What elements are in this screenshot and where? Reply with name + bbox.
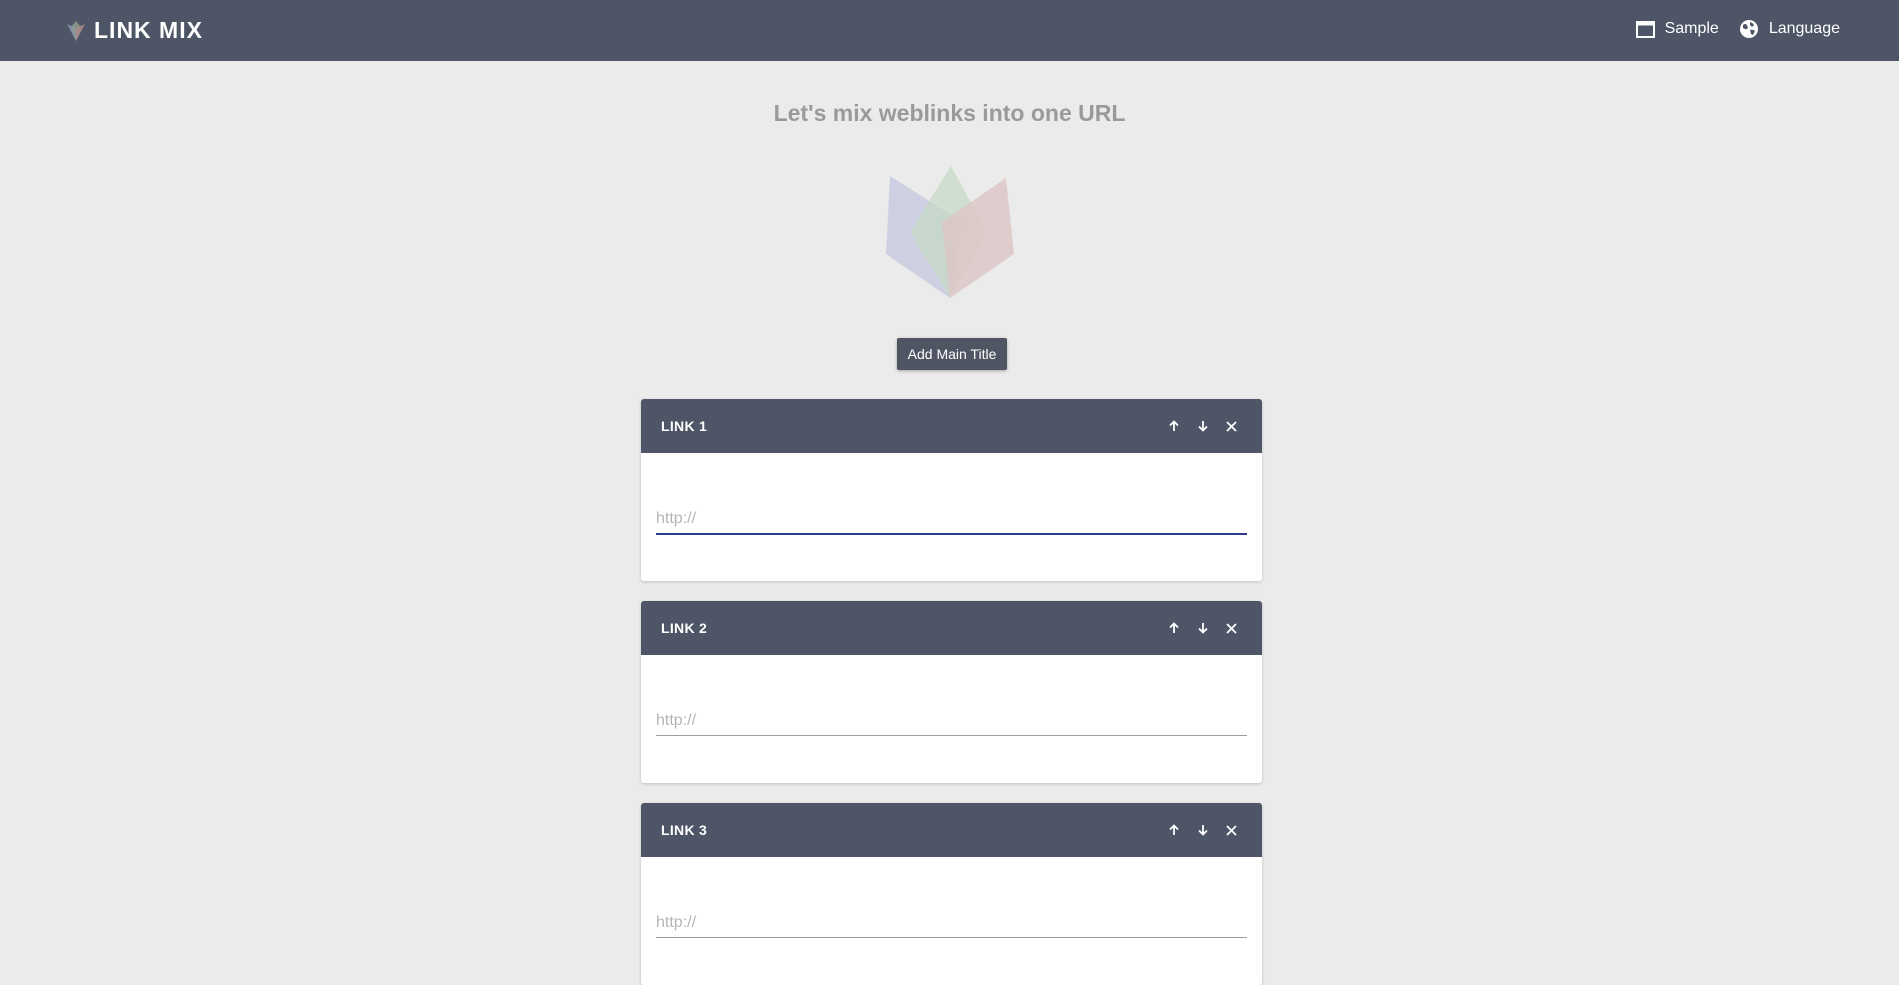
link-card-2: LINK 2	[641, 601, 1262, 783]
brand[interactable]: LINK MIX	[64, 0, 203, 61]
link-url-input[interactable]	[656, 707, 1247, 736]
nav-sample-label: Sample	[1664, 20, 1719, 37]
arrow-up-icon[interactable]	[1159, 417, 1188, 435]
link-card-body	[641, 655, 1262, 783]
window-icon	[1635, 20, 1655, 38]
nav-sample[interactable]: Sample	[1635, 20, 1719, 38]
link-card-header: LINK 3	[641, 803, 1262, 857]
link-url-input[interactable]	[656, 909, 1247, 938]
close-icon[interactable]	[1217, 619, 1246, 637]
nav-language-label: Language	[1768, 20, 1840, 37]
link-url-input[interactable]	[656, 505, 1247, 535]
add-main-title-button[interactable]: Add Main Title	[897, 338, 1007, 370]
page-heading: Let's mix weblinks into one URL	[773, 100, 1126, 126]
link-card-body	[641, 453, 1262, 581]
app-logo-icon	[67, 20, 85, 41]
arrow-up-icon[interactable]	[1159, 821, 1188, 839]
arrow-up-icon[interactable]	[1159, 619, 1188, 637]
close-icon[interactable]	[1217, 417, 1246, 435]
brand-name: LINK MIX	[94, 17, 203, 43]
link-card-title: LINK 1	[661, 418, 708, 434]
link-card-header: LINK 1	[641, 399, 1262, 453]
arrow-down-icon[interactable]	[1188, 619, 1217, 637]
link-card-body	[641, 857, 1262, 985]
top-nav: Sample Language	[1616, 0, 1840, 58]
link-card-actions	[1159, 417, 1246, 435]
link-card-header: LINK 2	[641, 601, 1262, 655]
close-icon[interactable]	[1217, 821, 1246, 839]
link-card-actions	[1159, 821, 1246, 839]
nav-language[interactable]: Language	[1739, 19, 1840, 39]
globe-icon	[1739, 20, 1758, 38]
link-card-title: LINK 3	[661, 822, 708, 838]
link-card-1: LINK 1	[641, 399, 1262, 581]
link-card-title: LINK 2	[661, 620, 708, 636]
top-app-bar: LINK MIX Sample Language	[0, 0, 1899, 61]
link-card-3: LINK 3	[641, 803, 1262, 985]
link-card-actions	[1159, 619, 1246, 637]
arrow-down-icon[interactable]	[1188, 417, 1217, 435]
arrow-down-icon[interactable]	[1188, 821, 1217, 839]
hero-logo-icon	[886, 166, 1014, 298]
